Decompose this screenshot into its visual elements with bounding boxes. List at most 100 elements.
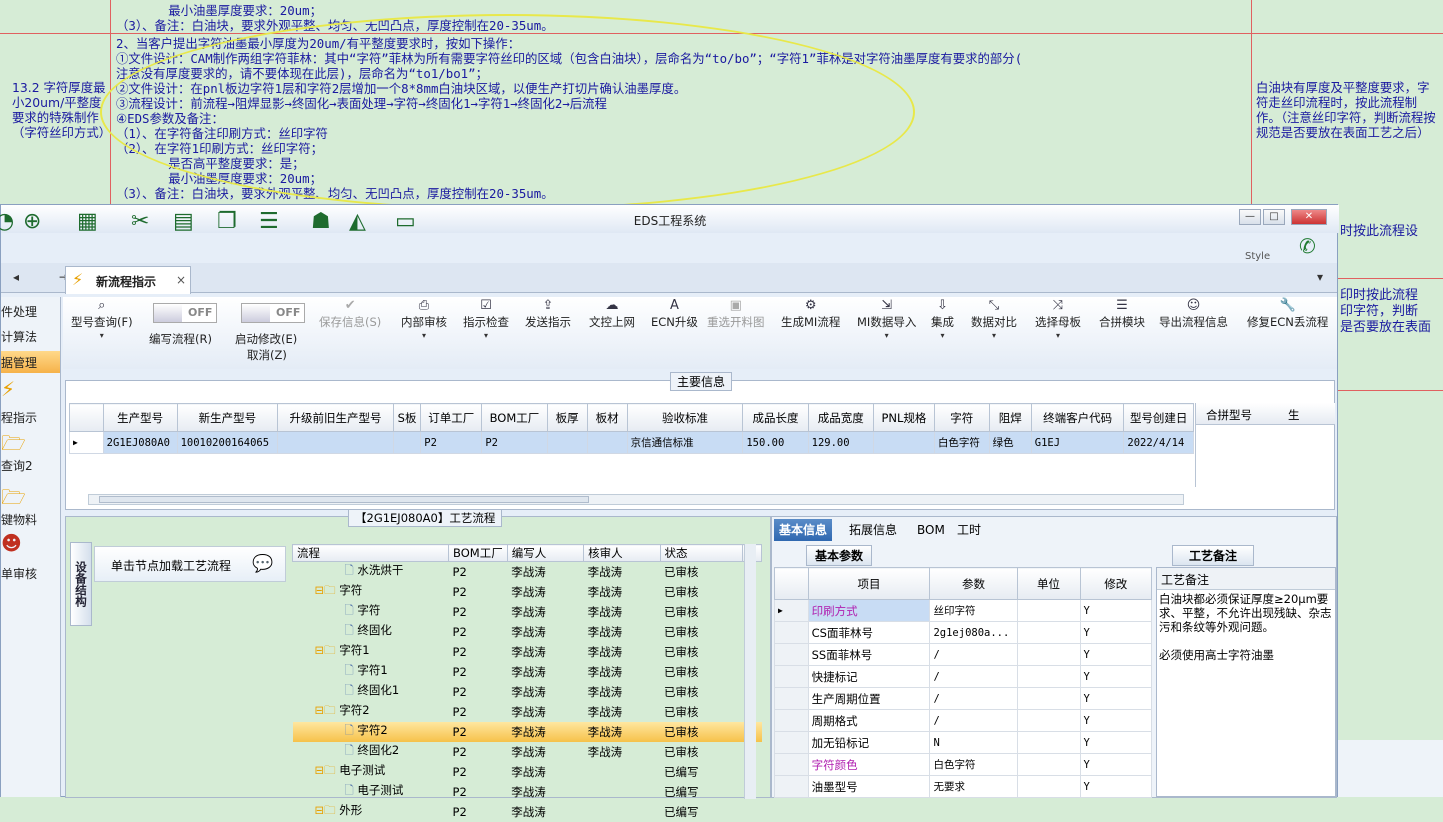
param-cell[interactable]: Y: [1079, 775, 1153, 798]
column-header[interactable]: 板厚: [546, 403, 588, 432]
column-header[interactable]: 阻焊: [988, 403, 1032, 432]
edit-flow-toggle[interactable]: OFF: [153, 303, 217, 323]
scroll-thumb[interactable]: [99, 496, 589, 503]
vertical-scrollbar[interactable]: [744, 544, 756, 799]
column-header[interactable]: 生产型号: [102, 403, 178, 432]
select-board-button[interactable]: ⤨ 选择母板 ▾: [1035, 297, 1081, 343]
param-cell[interactable]: 白色字符: [929, 753, 1018, 776]
param-row[interactable]: 字符颜色 白色字符 Y: [774, 753, 1153, 776]
table-cell[interactable]: 京信通信标准: [626, 431, 744, 454]
remark-text[interactable]: 白油块都必须保证厚度≥20μm要求、平整，不允许出现残缺、杂志污和条纹等外观问题…: [1157, 590, 1335, 664]
column-header[interactable]: 成品长度: [742, 403, 809, 432]
param-row[interactable]: SS面菲林号 / Y: [774, 643, 1153, 666]
save-button[interactable]: ✔ 保存信息(S): [319, 297, 381, 329]
table-cell[interactable]: P2: [481, 431, 548, 454]
table-cell[interactable]: 129.00: [807, 431, 874, 454]
compare-button[interactable]: ⤡ 数据对比 ▾: [971, 297, 1017, 343]
column-header[interactable]: 板材: [586, 403, 628, 432]
param-row[interactable]: 加无铅标记 N Y: [774, 731, 1153, 754]
tree-row[interactable]: ⊟🗀 电子测试 P2 李战涛 已编写: [293, 762, 762, 782]
cancel-button[interactable]: 取消(Z): [247, 347, 287, 363]
param-cell[interactable]: [1016, 643, 1081, 666]
param-cell[interactable]: [1016, 753, 1081, 776]
param-cell[interactable]: [1016, 665, 1081, 688]
table-cell[interactable]: 2022/4/14: [1123, 431, 1194, 454]
tree-row[interactable]: ⊟🗀 外形 P2 李战涛 已编写: [293, 802, 762, 822]
column-header[interactable]: 升级前旧生产型号: [277, 403, 394, 432]
column-header[interactable]: 编写人: [506, 544, 585, 562]
param-cell[interactable]: 丝印字符: [929, 599, 1018, 622]
param-cell[interactable]: [1016, 687, 1081, 710]
horizontal-scrollbar[interactable]: [88, 494, 1184, 505]
tree-row[interactable]: 🗋 字符1 P2 李战涛 李战涛 已审核: [293, 662, 762, 682]
internal-review-button[interactable]: ⎙ 内部审核 ▾: [401, 297, 447, 343]
column-header[interactable]: 流程: [291, 544, 450, 562]
nav-item[interactable]: 件处理: [1, 303, 37, 320]
column-header[interactable]: 成品宽度: [807, 403, 874, 432]
param-cell[interactable]: [1016, 709, 1081, 732]
tree-row[interactable]: ⊟🗀 字符 P2 李战涛 李战涛 已审核: [293, 582, 762, 602]
enable-edit-toggle[interactable]: OFF: [241, 303, 305, 323]
check-button[interactable]: ☑ 指示检查 ▾: [463, 297, 509, 343]
param-cell[interactable]: [1016, 621, 1081, 644]
tree-row[interactable]: 🗋 水洗烘干 P2 李战涛 李战涛 已审核: [293, 562, 762, 583]
tree-row[interactable]: 🗋 终固化2 P2 李战涛 李战涛 已审核: [293, 742, 762, 762]
tree-row[interactable]: 🗋 终固化 P2 李战涛 李战涛 已审核: [293, 622, 762, 642]
minimize-button[interactable]: —: [1239, 209, 1261, 225]
column-header[interactable]: 修改: [1079, 567, 1153, 600]
param-cell[interactable]: Y: [1079, 621, 1153, 644]
param-cell[interactable]: Y: [1079, 643, 1153, 666]
query-button[interactable]: ⌕ 型号查询(F) ▾: [71, 297, 133, 343]
tab-new-flow[interactable]: ⚡ 新流程指示 ×: [65, 266, 191, 294]
style-dropdown[interactable]: Style: [1245, 251, 1270, 262]
table-cell[interactable]: 150.00: [742, 431, 809, 454]
param-row[interactable]: 快捷标记 / Y: [774, 665, 1153, 688]
column-header[interactable]: 核审人: [583, 544, 661, 562]
tree-row[interactable]: 🗋 电子测试 P2 李战涛 已编写: [293, 782, 762, 802]
param-cell[interactable]: /: [929, 665, 1018, 688]
nav-item[interactable]: 程指示: [1, 409, 37, 426]
column-header[interactable]: 参数: [929, 567, 1018, 600]
upload-button[interactable]: ☁ 文控上网: [589, 297, 635, 329]
tree-row[interactable]: 🗋 字符 P2 李战涛 李战涛 已审核: [293, 602, 762, 622]
param-cell[interactable]: Y: [1079, 731, 1153, 754]
table-cell[interactable]: 白色字符: [933, 431, 990, 454]
nav-item[interactable]: 键物料: [1, 511, 37, 528]
nav-item[interactable]: 查询2: [1, 457, 33, 474]
phone-icon[interactable]: ✆: [1299, 234, 1316, 258]
param-cell[interactable]: N: [929, 731, 1018, 754]
column-header[interactable]: 状态: [659, 544, 743, 562]
repair-button[interactable]: 🔧 修复ECN丢流程: [1247, 297, 1328, 329]
ecn-button[interactable]: A ECN升级: [651, 297, 698, 329]
param-cell[interactable]: Y: [1079, 687, 1153, 710]
table-cell[interactable]: 绿色: [988, 431, 1032, 454]
column-header[interactable]: 单位: [1016, 567, 1081, 600]
param-row[interactable]: 油墨型号 无要求 Y: [774, 775, 1153, 798]
vertical-tab[interactable]: 设备结构: [70, 542, 92, 626]
param-cell[interactable]: Y: [1079, 709, 1153, 732]
param-cell[interactable]: Y: [1079, 665, 1153, 688]
close-button[interactable]: ✕: [1291, 209, 1327, 225]
nav-item[interactable]: 计算法: [1, 328, 37, 345]
nav-item-selected[interactable]: 据管理: [1, 351, 60, 373]
tree-row[interactable]: 🗋 字符2 P2 李战涛 李战涛 已审核: [292, 722, 762, 742]
param-row[interactable]: CS面菲林号 2g1ej080a... Y: [774, 621, 1153, 644]
tab-extended-info[interactable]: 拓展信息: [844, 519, 902, 541]
param-row[interactable]: ▶ 印刷方式 丝印字符 Y: [774, 599, 1153, 622]
param-cell[interactable]: [1016, 731, 1081, 754]
column-header[interactable]: 新生产型号: [176, 403, 279, 432]
table-cell[interactable]: [277, 431, 394, 454]
tree-row[interactable]: ⊟🗀 字符1 P2 李战涛 李战涛 已审核: [293, 642, 762, 662]
param-cell[interactable]: 2g1ej080a...: [929, 621, 1018, 644]
column-header[interactable]: 型号创建日: [1123, 403, 1194, 432]
reselect-button[interactable]: ▣ 重选开料图: [707, 297, 765, 329]
table-cell[interactable]: 2G1EJ080A0: [102, 431, 178, 454]
table-cell[interactable]: [546, 431, 588, 454]
column-header[interactable]: 验收标准: [626, 403, 744, 432]
param-cell[interactable]: 无要求: [929, 775, 1018, 798]
param-cell[interactable]: [1016, 775, 1081, 798]
column-header[interactable]: 项目: [807, 567, 931, 600]
remark-tab[interactable]: 工艺备注: [1172, 545, 1254, 566]
param-cell[interactable]: /: [929, 709, 1018, 732]
tab-dropdown-icon[interactable]: ▾: [1317, 270, 1323, 284]
